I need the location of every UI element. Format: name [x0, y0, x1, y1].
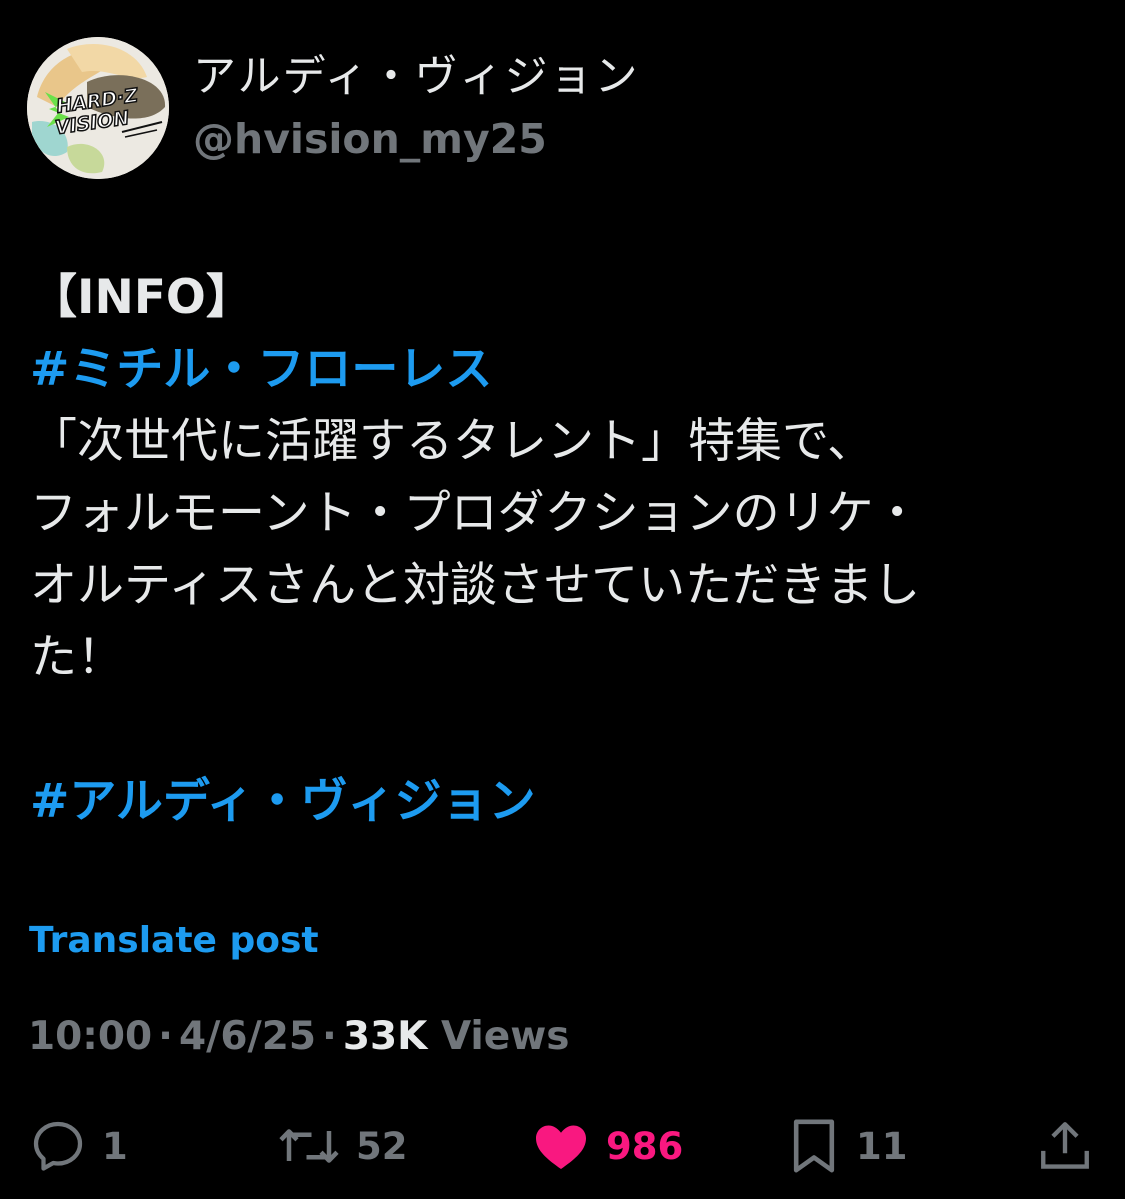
hashtag-link-1[interactable]: #ミチル・フローレス — [30, 334, 1090, 406]
meta-separator: · — [322, 1014, 337, 1059]
post-text: 【INFO】 #ミチル・フローレス 「次世代に活躍するタレント」特集で、 フォル… — [30, 262, 1090, 838]
like-button[interactable]: 986 — [530, 1106, 683, 1186]
post-date[interactable]: 4/6/25 — [179, 1014, 316, 1059]
repost-count: 52 — [356, 1124, 408, 1168]
like-count: 986 — [606, 1124, 684, 1168]
views-label: Views — [440, 1014, 570, 1059]
share-icon — [1041, 1122, 1089, 1169]
user-handle[interactable]: @hvision_my25 — [193, 113, 640, 165]
post-line-5: オルティスさんと対談させていただきまし — [30, 558, 921, 613]
post-line-6: た！ — [30, 630, 124, 685]
share-button[interactable] — [1036, 1106, 1094, 1186]
bookmark-count: 11 — [856, 1124, 908, 1168]
repost-icon — [279, 1129, 339, 1163]
translate-post-link[interactable]: Translate post — [29, 920, 319, 961]
heart-icon — [536, 1125, 586, 1169]
post-header: HARD·Z VISION アルディ・ヴィジョン @hvision_my25 — [27, 37, 1027, 179]
post-line-info: 【INFO】 — [30, 270, 253, 325]
repost-button[interactable]: 52 — [276, 1106, 408, 1186]
avatar[interactable]: HARD·Z VISION — [27, 37, 169, 179]
post-line-4: フォルモーント・プロダクションのリケ・ — [30, 486, 921, 541]
meta-separator: · — [158, 1014, 173, 1059]
reply-icon — [33, 1121, 83, 1171]
author-names: アルディ・ヴィジョン @hvision_my25 — [193, 51, 640, 165]
hashtag-link-2[interactable]: #アルディ・ヴィジョン — [30, 766, 1090, 838]
action-bar: 1 52 986 11 — [0, 1106, 1125, 1186]
post-time[interactable]: 10:00 — [28, 1014, 152, 1059]
reply-button[interactable]: 1 — [28, 1106, 128, 1186]
bookmark-icon — [793, 1119, 835, 1173]
views-count: 33K — [342, 1014, 428, 1059]
post-line-3: 「次世代に活躍するタレント」特集で、 — [30, 414, 875, 469]
reply-count: 1 — [102, 1124, 128, 1168]
post-meta: 10:00 · 4/6/25 · 33K Views — [28, 1014, 570, 1059]
bookmark-button[interactable]: 11 — [786, 1106, 908, 1186]
display-name[interactable]: アルディ・ヴィジョン — [193, 51, 640, 103]
